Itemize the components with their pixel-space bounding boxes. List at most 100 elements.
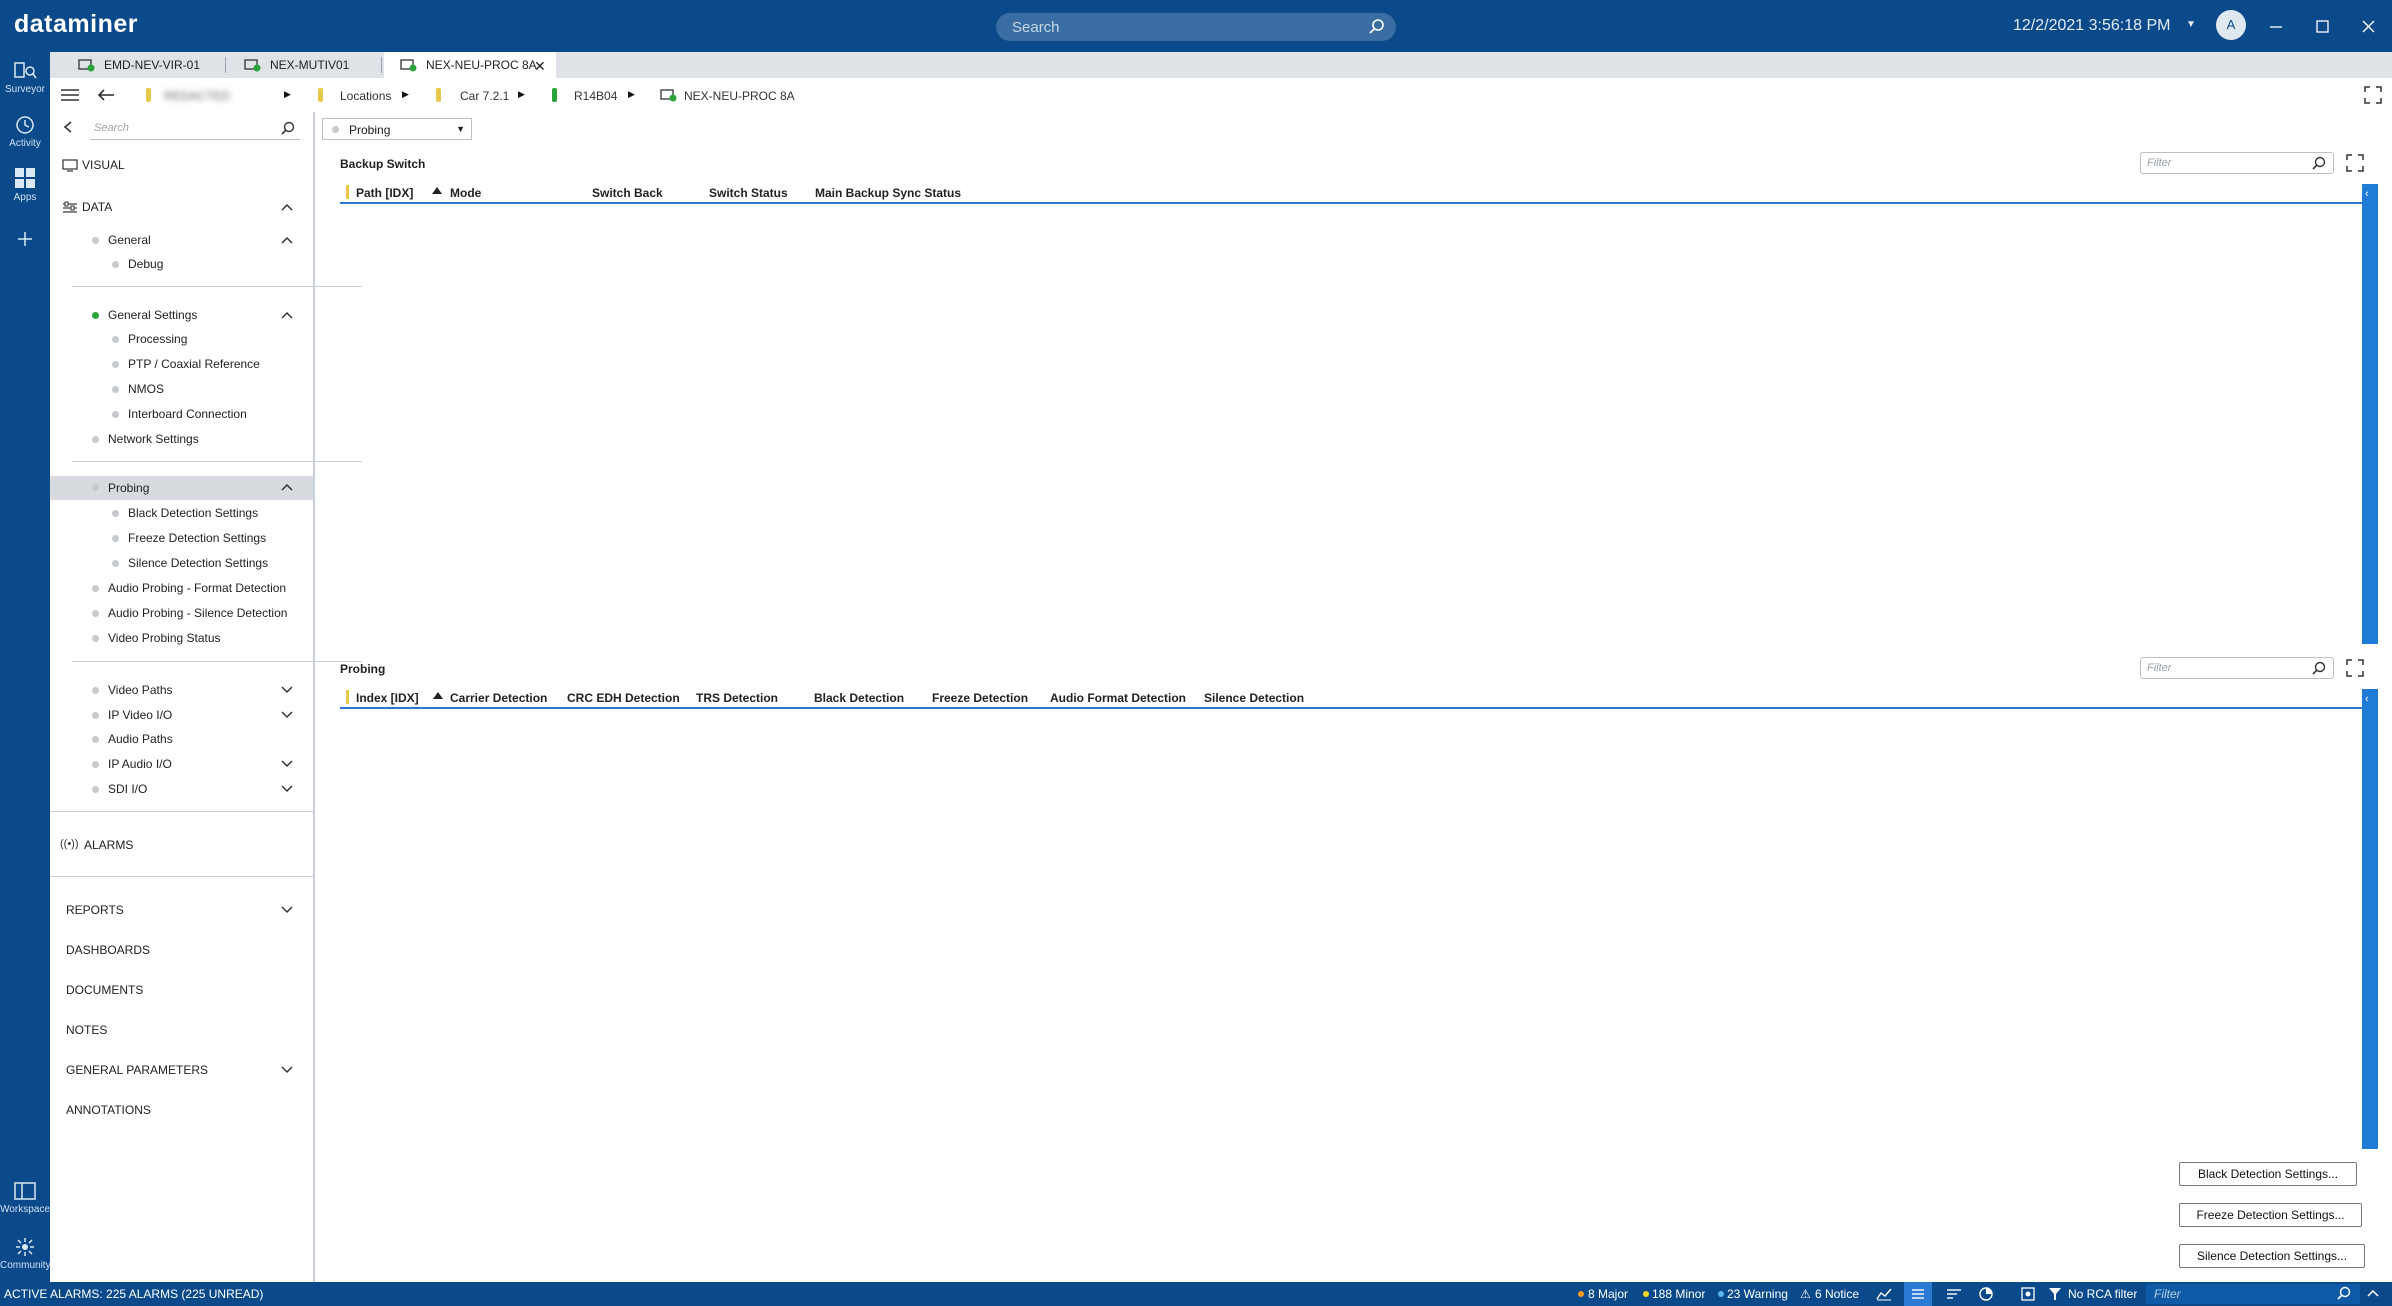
column-header[interactable]: Index [IDX] — [356, 691, 419, 705]
column-header[interactable]: Carrier Detection — [450, 691, 547, 705]
breadcrumb-locations[interactable]: Locations — [340, 89, 391, 103]
breadcrumb-car[interactable]: Car 7.2.1 — [460, 89, 509, 103]
minimize-icon[interactable] — [2264, 14, 2288, 38]
alarm-filter-input[interactable]: Filter — [2146, 1284, 2360, 1304]
pie-chart-icon[interactable] — [1978, 1287, 1994, 1304]
search-icon[interactable] — [2311, 661, 2327, 680]
rail-workspace[interactable]: Workspace — [0, 1180, 50, 1215]
sidebar-item-freeze-detection[interactable]: Freeze Detection Settings — [50, 527, 313, 549]
column-header[interactable]: Black Detection — [814, 691, 904, 705]
user-avatar[interactable]: A — [2216, 10, 2246, 40]
column-header[interactable]: TRS Detection — [696, 691, 778, 705]
chevron-right-icon[interactable]: ▶ — [518, 89, 525, 100]
search-icon[interactable] — [2311, 156, 2327, 175]
chevron-up-icon[interactable] — [280, 481, 294, 495]
search-icon[interactable] — [1368, 18, 1386, 39]
sidebar-item-general[interactable]: General — [50, 229, 313, 251]
list-view-icon[interactable] — [1904, 1282, 1932, 1306]
sidebar-item-notes[interactable]: NOTES — [50, 1019, 313, 1041]
global-search-input[interactable]: Search — [996, 13, 1396, 41]
minor-count[interactable]: 188 Minor — [1652, 1287, 1705, 1301]
close-window-icon[interactable] — [2356, 14, 2380, 38]
breadcrumb-rack[interactable]: R14B04 — [574, 89, 617, 103]
sort-ascending-icon[interactable] — [433, 692, 443, 699]
breadcrumb-element[interactable]: NEX-NEU-PROC 8A — [684, 89, 795, 103]
sidebar-search-input[interactable]: Search — [90, 118, 300, 140]
fullscreen-icon[interactable] — [2364, 86, 2382, 107]
rail-apps[interactable]: Apps — [0, 166, 50, 203]
sidebar-item-processing[interactable]: Processing — [50, 328, 313, 350]
expand-table-icon[interactable] — [2346, 154, 2364, 175]
sidebar-item-ptp[interactable]: PTP / Coaxial Reference — [50, 353, 313, 375]
column-header[interactable]: Main Backup Sync Status — [815, 186, 961, 200]
sidebar-item-data[interactable]: DATA — [50, 196, 313, 218]
sidebar-item-sdi[interactable]: SDI I/O — [50, 778, 313, 800]
column-header[interactable]: Switch Back — [592, 186, 663, 200]
chevron-right-icon[interactable]: ▶ — [284, 89, 291, 100]
chevron-down-icon[interactable] — [280, 1064, 294, 1078]
sidebar-item-ip-video[interactable]: IP Video I/O — [50, 704, 313, 726]
probing-side-panel-toggle[interactable]: ‹ — [2362, 689, 2378, 1149]
backup-switch-side-panel-toggle[interactable]: ‹ — [2362, 184, 2378, 644]
chevron-right-icon[interactable]: ▶ — [628, 89, 635, 100]
page-select-dropdown[interactable]: Probing ▼ — [322, 118, 472, 140]
chevron-up-icon[interactable] — [280, 234, 294, 248]
sidebar-item-audio-format[interactable]: Audio Probing - Format Detection — [50, 577, 313, 599]
column-header[interactable]: Silence Detection — [1204, 691, 1304, 705]
rca-filter-label[interactable]: No RCA filter — [2068, 1287, 2137, 1301]
sidebar-item-video-status[interactable]: Video Probing Status — [50, 627, 313, 649]
column-header[interactable]: Freeze Detection — [932, 691, 1028, 705]
sidebar-item-nmos[interactable]: NMOS — [50, 378, 313, 400]
back-arrow-icon[interactable] — [96, 86, 116, 107]
backup-switch-filter-input[interactable]: Filter — [2140, 152, 2334, 174]
clock-dropdown-icon[interactable]: ▼ — [2186, 19, 2196, 30]
clock-datetime[interactable]: 12/2/2021 3:56:18 PM — [2013, 17, 2170, 35]
search-icon[interactable] — [2336, 1286, 2352, 1305]
chevron-down-icon[interactable] — [280, 783, 294, 797]
search-icon[interactable] — [280, 121, 296, 140]
sidebar-item-interboard[interactable]: Interboard Connection — [50, 403, 313, 425]
close-tab-icon[interactable]: ✕ — [534, 58, 546, 75]
silence-detection-settings-button[interactable]: Silence Detection Settings... — [2179, 1244, 2365, 1268]
tab-emd-nev-vir-01[interactable]: EMD-NEV-VIR-01 — [62, 52, 224, 78]
sidebar-item-reports[interactable]: REPORTS — [50, 899, 313, 921]
sidebar-item-probing[interactable]: Probing — [50, 476, 313, 500]
sidebar-item-debug[interactable]: Debug — [50, 253, 313, 275]
sidebar-item-silence-detection[interactable]: Silence Detection Settings — [50, 552, 313, 574]
rail-add[interactable] — [0, 228, 50, 252]
chevron-down-icon[interactable]: ▼ — [456, 124, 465, 134]
funnel-icon[interactable] — [2048, 1287, 2062, 1304]
major-count[interactable]: 8 Major — [1588, 1287, 1628, 1301]
chevron-up-icon[interactable] — [280, 201, 294, 215]
breadcrumb-hidden-view[interactable]: REDACTED — [164, 89, 230, 103]
sort-lines-icon[interactable] — [1946, 1287, 1962, 1304]
sidebar-item-general-parameters[interactable]: GENERAL PARAMETERS — [50, 1059, 313, 1081]
column-header[interactable]: CRC EDH Detection — [567, 691, 680, 705]
probing-filter-input[interactable]: Filter — [2140, 657, 2334, 679]
chevron-down-icon[interactable] — [280, 758, 294, 772]
expand-table-icon[interactable] — [2346, 659, 2364, 680]
chevron-down-icon[interactable] — [280, 904, 294, 918]
column-header[interactable]: Path [IDX] — [356, 186, 413, 200]
notice-count[interactable]: 6 Notice — [1815, 1287, 1859, 1301]
sidebar-item-visual[interactable]: VISUAL — [50, 154, 313, 176]
sidebar-item-network-settings[interactable]: Network Settings — [50, 428, 313, 450]
tab-nex-mutiv01[interactable]: NEX-MUTIV01 — [228, 52, 380, 78]
column-header[interactable]: Audio Format Detection — [1050, 691, 1186, 705]
maximize-icon[interactable] — [2310, 14, 2334, 38]
sidebar-item-alarms[interactable]: ((•)) ALARMS — [50, 834, 313, 856]
freeze-detection-settings-button[interactable]: Freeze Detection Settings... — [2179, 1203, 2362, 1227]
tab-nex-neu-proc-8a[interactable]: NEX-NEU-PROC 8A ✕ — [384, 52, 556, 78]
sort-ascending-icon[interactable] — [432, 187, 442, 194]
trend-icon[interactable] — [1876, 1287, 1892, 1304]
chevron-up-icon[interactable] — [280, 309, 294, 323]
rail-activity[interactable]: Activity — [0, 114, 50, 149]
sidebar-item-black-detection[interactable]: Black Detection Settings — [50, 502, 313, 524]
rail-community[interactable]: Community — [0, 1236, 51, 1271]
chevron-right-icon[interactable]: ▶ — [402, 89, 409, 100]
chevron-up-icon[interactable] — [2366, 1287, 2380, 1301]
hamburger-menu-icon[interactable] — [60, 86, 80, 107]
rail-surveyor[interactable]: Surveyor — [0, 60, 50, 95]
chevron-down-icon[interactable] — [280, 709, 294, 723]
focus-icon[interactable] — [2020, 1287, 2036, 1304]
